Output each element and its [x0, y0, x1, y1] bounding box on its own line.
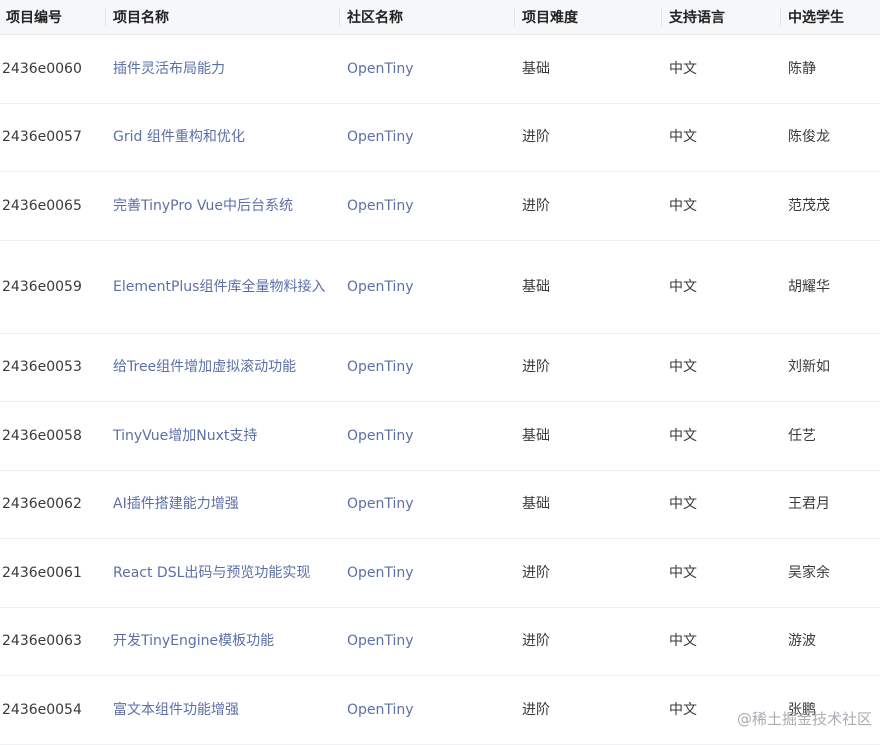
- cell-difficulty: 基础: [522, 60, 550, 77]
- cell-student: 王君月: [788, 496, 830, 512]
- cell-student: 刘新如: [788, 359, 830, 375]
- cell-student: 陈俊龙: [788, 129, 830, 145]
- column-header-student[interactable]: 中选学生: [780, 0, 880, 35]
- cell-project-name[interactable]: 富文本组件功能增强: [105, 675, 339, 744]
- table-header: 项目编号 项目名称 社区名称 项目难度 支持语言 中选学生: [0, 0, 880, 35]
- cell-difficulty: 进阶: [522, 359, 550, 375]
- column-header-project-name[interactable]: 项目名称: [105, 0, 339, 35]
- cell-community[interactable]: OpenTiny: [339, 607, 514, 675]
- cell-community[interactable]: OpenTiny: [339, 470, 514, 538]
- cell-project-name[interactable]: AI插件搭建能力增强: [105, 470, 339, 538]
- column-divider: [339, 8, 340, 26]
- cell-project-name[interactable]: 开发TinyEngine模板功能: [105, 607, 339, 675]
- column-header-community[interactable]: 社区名称: [339, 0, 514, 35]
- header-label-difficulty: 项目难度: [522, 9, 578, 26]
- cell-project-name[interactable]: TinyVue增加Nuxt支持: [105, 401, 339, 470]
- table-row: 2436e0053 给Tree组件增加虚拟滚动功能 OpenTiny 进阶 中文…: [0, 333, 880, 401]
- watermark: @稀土掘金技术社区: [736, 710, 872, 728]
- cell-community[interactable]: OpenTiny: [339, 171, 514, 240]
- cell-difficulty: 进阶: [522, 129, 550, 145]
- cell-project-name[interactable]: React DSL出码与预览功能实现: [105, 538, 339, 607]
- cell-language: 中文: [669, 129, 697, 145]
- cell-project-id: 2436e0063: [2, 633, 82, 649]
- column-divider: [514, 8, 515, 26]
- column-divider: [780, 8, 781, 26]
- cell-student: 胡耀华: [788, 278, 830, 295]
- table-row: 2436e0058 TinyVue增加Nuxt支持 OpenTiny 基础 中文…: [0, 401, 880, 470]
- cell-project-id: 2436e0061: [2, 564, 82, 581]
- table-row: 2436e0062 AI插件搭建能力增强 OpenTiny 基础 中文 王君月: [0, 470, 880, 538]
- cell-project-id: 2436e0057: [2, 129, 82, 145]
- column-header-difficulty[interactable]: 项目难度: [514, 0, 661, 35]
- cell-project-id: 2436e0053: [2, 359, 82, 375]
- table-row: 2436e0059 ElementPlus组件库全量物料接入 OpenTiny …: [0, 240, 880, 333]
- cell-language: 中文: [669, 60, 697, 77]
- cell-project-name[interactable]: 完善TinyPro Vue中后台系统: [105, 171, 339, 240]
- cell-student: 范茂茂: [788, 197, 830, 214]
- cell-community[interactable]: OpenTiny: [339, 34, 514, 103]
- header-label-student: 中选学生: [788, 9, 844, 26]
- cell-community[interactable]: OpenTiny: [339, 538, 514, 607]
- table-row: 2436e0065 完善TinyPro Vue中后台系统 OpenTiny 进阶…: [0, 171, 880, 240]
- cell-language: 中文: [669, 278, 697, 295]
- header-label-language: 支持语言: [669, 9, 725, 26]
- projects-table: 项目编号 项目名称 社区名称 项目难度 支持语言 中选学生 2436e0060 …: [0, 0, 880, 745]
- table-row: 2436e0060 插件灵活布局能力 OpenTiny 基础 中文 陈静: [0, 34, 880, 103]
- table-row: 2436e0063 开发TinyEngine模板功能 OpenTiny 进阶 中…: [0, 607, 880, 675]
- cell-difficulty: 基础: [522, 427, 550, 444]
- header-row: 项目编号 项目名称 社区名称 项目难度 支持语言 中选学生: [0, 0, 880, 35]
- cell-project-name[interactable]: Grid 组件重构和优化: [105, 103, 339, 171]
- cell-difficulty: 进阶: [522, 701, 550, 718]
- cell-difficulty: 基础: [522, 278, 550, 295]
- cell-language: 中文: [669, 427, 697, 444]
- cell-difficulty: 进阶: [522, 633, 550, 649]
- cell-community[interactable]: OpenTiny: [339, 401, 514, 470]
- column-divider: [661, 8, 662, 26]
- column-divider: [105, 8, 106, 26]
- column-header-language[interactable]: 支持语言: [661, 0, 780, 35]
- table-body: 2436e0060 插件灵活布局能力 OpenTiny 基础 中文 陈静 243…: [0, 34, 880, 744]
- table-row: 2436e0057 Grid 组件重构和优化 OpenTiny 进阶 中文 陈俊…: [0, 103, 880, 171]
- cell-difficulty: 进阶: [522, 197, 550, 214]
- cell-project-name[interactable]: 给Tree组件增加虚拟滚动功能: [105, 333, 339, 401]
- cell-community[interactable]: OpenTiny: [339, 240, 514, 333]
- cell-difficulty: 进阶: [522, 564, 550, 581]
- cell-project-id: 2436e0065: [2, 197, 82, 214]
- cell-project-id: 2436e0058: [2, 427, 82, 444]
- cell-language: 中文: [669, 496, 697, 512]
- cell-project-id: 2436e0060: [2, 60, 82, 77]
- table-row: 2436e0061 React DSL出码与预览功能实现 OpenTiny 进阶…: [0, 538, 880, 607]
- cell-language: 中文: [669, 359, 697, 375]
- cell-language: 中文: [669, 197, 697, 214]
- cell-community[interactable]: OpenTiny: [339, 675, 514, 744]
- cell-student: 陈静: [788, 60, 816, 77]
- header-label-project-id: 项目编号: [6, 9, 62, 26]
- column-header-project-id[interactable]: 项目编号: [0, 0, 105, 35]
- cell-project-name[interactable]: ElementPlus组件库全量物料接入: [105, 240, 339, 333]
- cell-difficulty: 基础: [522, 496, 550, 512]
- header-label-project-name: 项目名称: [113, 9, 169, 26]
- cell-project-id: 2436e0054: [2, 701, 82, 718]
- cell-student: 任艺: [788, 427, 816, 444]
- cell-language: 中文: [669, 633, 697, 649]
- cell-project-name[interactable]: 插件灵活布局能力: [105, 34, 339, 103]
- cell-language: 中文: [669, 564, 697, 581]
- cell-project-id: 2436e0059: [2, 278, 82, 295]
- cell-student: 游波: [788, 633, 816, 649]
- cell-student: 吴家余: [788, 564, 830, 581]
- cell-project-id: 2436e0062: [2, 496, 82, 512]
- header-label-community: 社区名称: [347, 9, 403, 26]
- cell-community[interactable]: OpenTiny: [339, 333, 514, 401]
- cell-community[interactable]: OpenTiny: [339, 103, 514, 171]
